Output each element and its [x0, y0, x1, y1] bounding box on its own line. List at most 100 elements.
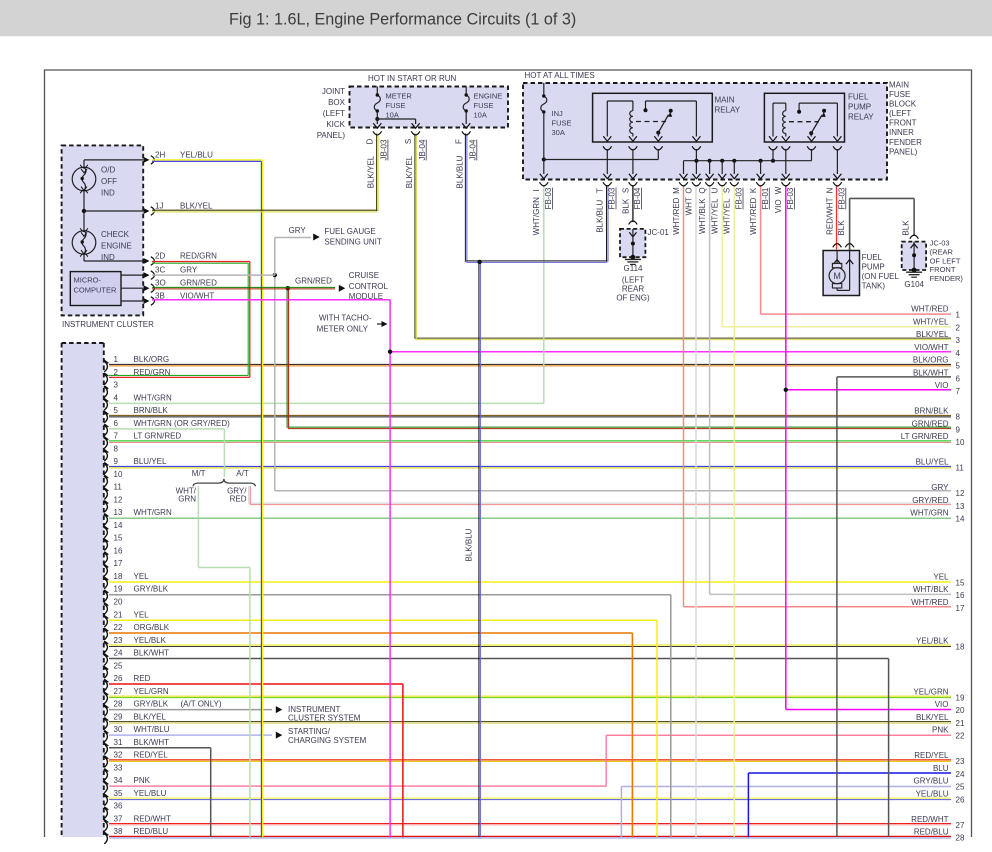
svg-text:(REAR: (REAR [930, 247, 954, 256]
svg-text:HOT AT ALL TIMES: HOT AT ALL TIMES [525, 71, 595, 80]
svg-text:3: 3 [114, 381, 119, 390]
svg-text:30: 30 [114, 725, 123, 734]
svg-text:JB-03: JB-03 [380, 139, 389, 160]
svg-text:O/D: O/D [101, 166, 115, 175]
svg-text:BLK/YEL: BLK/YEL [367, 155, 376, 188]
svg-text:18: 18 [114, 572, 123, 581]
svg-text:VIO: VIO [935, 700, 949, 709]
svg-text:CRUISE: CRUISE [349, 271, 379, 280]
svg-text:3O: 3O [155, 279, 166, 288]
svg-text:WHT/GRN: WHT/GRN [134, 508, 172, 517]
svg-text:PNK: PNK [932, 726, 949, 735]
svg-text:FENDER: FENDER [889, 138, 922, 147]
svg-text:GRY/BLK: GRY/BLK [134, 700, 169, 709]
svg-text:10A: 10A [474, 111, 487, 120]
svg-text:35: 35 [114, 789, 123, 798]
svg-text:IND: IND [101, 189, 115, 198]
svg-text:BOX: BOX [328, 98, 346, 107]
svg-text:26: 26 [114, 674, 123, 683]
svg-text:BLK/YEL: BLK/YEL [134, 712, 167, 721]
svg-text:FB-03: FB-03 [837, 187, 846, 209]
svg-text:21: 21 [114, 610, 123, 619]
svg-text:13: 13 [114, 508, 123, 517]
svg-text:WHT/YEL: WHT/YEL [711, 198, 720, 234]
svg-text:S: S [621, 188, 630, 193]
svg-text:24: 24 [956, 770, 965, 779]
svg-text:K: K [749, 187, 758, 193]
svg-text:BLK: BLK [837, 220, 846, 236]
svg-text:G104: G104 [904, 280, 924, 289]
svg-text:BLK/ORG: BLK/ORG [913, 356, 949, 365]
svg-text:PUMP: PUMP [862, 262, 885, 271]
svg-text:32: 32 [114, 751, 123, 760]
svg-text:FUEL GAUGE: FUEL GAUGE [324, 227, 375, 236]
svg-text:18: 18 [956, 642, 965, 651]
svg-text:LT GRN/RED: LT GRN/RED [134, 432, 182, 441]
svg-text:GRN: GRN [178, 495, 196, 504]
svg-text:SENDING UNIT: SENDING UNIT [324, 237, 381, 246]
svg-text:MAIN: MAIN [715, 96, 735, 105]
svg-text:GRN/RED: GRN/RED [180, 279, 217, 288]
svg-text:5: 5 [114, 406, 119, 415]
svg-text:WHT/GRN (OR GRY/RED): WHT/GRN (OR GRY/RED) [134, 419, 231, 428]
svg-text:ORG/BLK: ORG/BLK [134, 623, 170, 632]
svg-text:13: 13 [956, 502, 965, 511]
svg-text:4: 4 [956, 349, 961, 358]
svg-text:TANK): TANK) [862, 281, 886, 290]
svg-text:YEL/BLU: YEL/BLU [916, 789, 949, 798]
svg-text:REAR: REAR [622, 285, 644, 294]
svg-text:3C: 3C [155, 266, 165, 275]
svg-text:21: 21 [956, 719, 965, 728]
svg-text:WHT/RED: WHT/RED [672, 197, 681, 235]
svg-text:20: 20 [114, 598, 123, 607]
svg-text:OF ENG): OF ENG) [616, 294, 650, 303]
svg-text:YEL: YEL [134, 572, 150, 581]
svg-text:BLK/YEL: BLK/YEL [180, 202, 213, 211]
svg-text:27: 27 [114, 687, 123, 696]
svg-text:RED/GRN: RED/GRN [134, 368, 171, 377]
svg-text:16: 16 [956, 591, 965, 600]
svg-text:GRY/BLK: GRY/BLK [134, 585, 169, 594]
svg-text:CHARGING SYSTEM: CHARGING SYSTEM [288, 736, 367, 745]
svg-text:9: 9 [114, 457, 119, 466]
svg-text:30A: 30A [552, 128, 565, 137]
svg-text:CONTROL: CONTROL [349, 282, 389, 291]
svg-text:N: N [826, 187, 835, 193]
svg-text:INSTRUMENT CLUSTER: INSTRUMENT CLUSTER [62, 320, 154, 329]
svg-text:FUEL: FUEL [862, 253, 883, 262]
svg-text:1: 1 [956, 311, 961, 320]
svg-text:YEL/BLK: YEL/BLK [134, 636, 167, 645]
svg-text:3: 3 [956, 336, 961, 345]
svg-text:WHT: WHT [684, 197, 693, 215]
svg-text:WHT/GRN: WHT/GRN [134, 393, 172, 402]
svg-text:25: 25 [956, 783, 965, 792]
svg-text:10A: 10A [386, 111, 399, 120]
svg-text:METER ONLY: METER ONLY [317, 325, 369, 334]
svg-text:12: 12 [114, 495, 123, 504]
svg-text:INJ: INJ [552, 109, 564, 118]
svg-text:26: 26 [956, 795, 965, 804]
svg-text:YEL/BLU: YEL/BLU [180, 150, 213, 159]
svg-text:8: 8 [114, 444, 119, 453]
svg-text:(LEFT: (LEFT [889, 109, 911, 118]
svg-text:Fig 1: 1.6L, Engine Performanc: Fig 1: 1.6L, Engine Performance Circuits… [229, 11, 576, 29]
svg-text:JC-03: JC-03 [930, 239, 950, 248]
svg-text:(LEFT: (LEFT [622, 276, 644, 285]
svg-text:GRY: GRY [931, 483, 949, 492]
svg-text:HOT IN START OR RUN: HOT IN START OR RUN [368, 74, 457, 83]
svg-text:22: 22 [956, 732, 965, 741]
svg-text:28: 28 [956, 834, 965, 843]
svg-text:36: 36 [114, 802, 123, 811]
svg-text:YEL/BLU: YEL/BLU [134, 789, 167, 798]
svg-text:14: 14 [114, 521, 123, 530]
svg-text:S: S [404, 139, 413, 144]
svg-text:29: 29 [114, 712, 123, 721]
svg-text:LT GRN/RED: LT GRN/RED [901, 432, 949, 441]
svg-text:GRY/RED: GRY/RED [912, 496, 949, 505]
svg-text:7: 7 [114, 432, 119, 441]
svg-text:FB-03: FB-03 [608, 187, 617, 209]
svg-text:BLK: BLK [621, 198, 630, 214]
svg-text:RED/BLU: RED/BLU [914, 828, 949, 837]
svg-text:RELAY: RELAY [848, 113, 874, 122]
svg-text:WHT/GRN: WHT/GRN [910, 509, 948, 518]
